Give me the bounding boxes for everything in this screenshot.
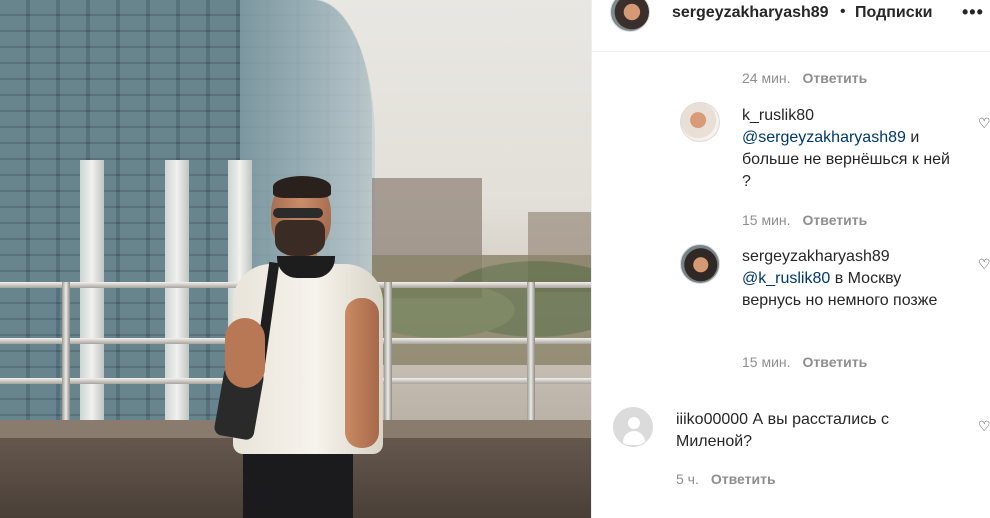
comment-text: iiiko00000 А вы расстались с Миленой? [676,409,916,453]
reply-button[interactable]: Ответить [803,212,868,228]
comment-username[interactable]: sergeyzakharyash89 [742,246,952,268]
more-horizontal-icon[interactable]: ••• [962,2,984,23]
mention-link[interactable]: @k_ruslik80 [742,270,830,287]
comment-username[interactable]: k_ruslik80 [742,105,952,127]
comment-meta: 24 мин. Ответить [742,70,867,86]
heart-outline-icon[interactable]: ♡ [978,419,990,433]
comment-time: 15 мин. [742,212,791,228]
comment-meta: 15 мин. Ответить [742,212,867,228]
avatar[interactable] [680,244,720,284]
post-header: sergeyzakharyash89 • Подписки ••• [592,0,990,52]
comment-meta: 5 ч. Ответить [676,471,776,487]
avatar[interactable] [680,102,720,142]
comment-meta: 15 мин. Ответить [742,354,867,370]
mention-link[interactable]: @sergeyzakharyash89 [742,129,906,146]
comment-username[interactable]: iiiko00000 [676,411,748,428]
heart-outline-icon[interactable]: ♡ [978,257,990,271]
comment-time: 24 мин. [742,70,791,86]
author-avatar[interactable] [610,0,650,32]
comment-text: sergeyzakharyash89 @k_ruslik80 в Москву … [742,246,952,312]
default-avatar-icon[interactable] [613,407,653,447]
comments-panel: sergeyzakharyash89 • Подписки ••• 24 мин… [591,0,990,518]
person [213,176,390,518]
reply-button[interactable]: Ответить [803,354,868,370]
post-photo[interactable] [0,0,591,518]
following-button[interactable]: Подписки [855,4,932,22]
author-username[interactable]: sergeyzakharyash89 [672,4,829,22]
reply-button[interactable]: Ответить [803,70,868,86]
heart-outline-icon[interactable]: ♡ [978,116,990,130]
trees [372,255,591,365]
sunglasses [273,208,323,218]
comment-time: 5 ч. [676,471,699,487]
reply-button[interactable]: Ответить [711,471,776,487]
comment-text: k_ruslik80 @sergeyzakharyash89 и больше … [742,105,952,193]
separator-dot: • [840,3,846,20]
comment-time: 15 мин. [742,354,791,370]
